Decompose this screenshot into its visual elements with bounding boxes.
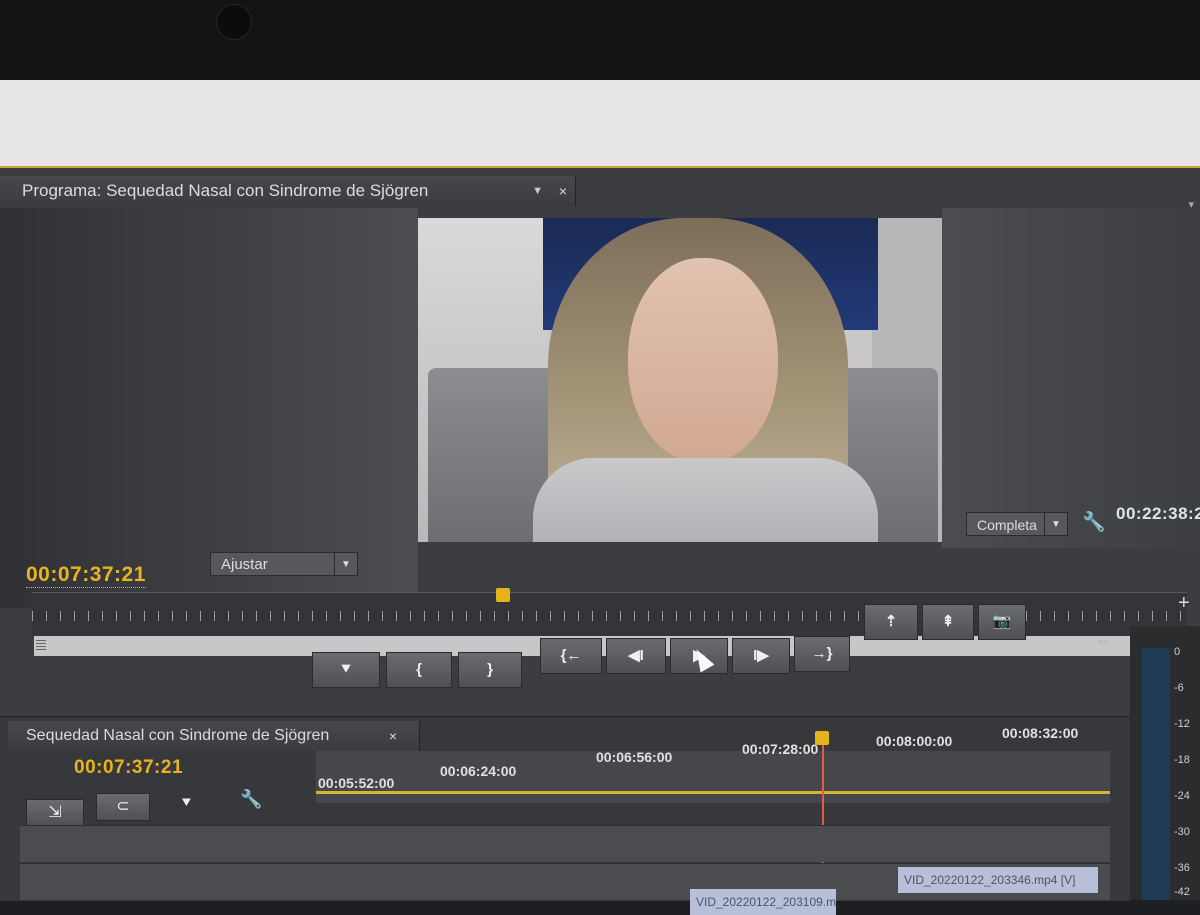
webcam [216, 4, 252, 40]
monitor-background [942, 208, 1200, 548]
window-title-bar [0, 80, 1200, 231]
go-to-out-button[interactable]: →} [794, 636, 850, 672]
ruler-label: 00:07:28:00 [742, 741, 819, 757]
quality-select-value: Completa [977, 517, 1037, 533]
snap-button[interactable]: ⇲ [26, 799, 84, 827]
close-icon[interactable]: × [389, 721, 397, 751]
sequence-timecode[interactable]: 00:07:37:21 [74, 757, 183, 779]
video-track[interactable] [20, 825, 1110, 862]
chevron-down-icon: ▼ [334, 553, 357, 575]
video-person-shirt [533, 458, 878, 542]
scroll-grip[interactable] [36, 640, 46, 652]
playhead-marker[interactable] [815, 731, 829, 745]
timeline-panel: Sequedad Nasal con Sindrome de Sjögren ×… [0, 716, 1130, 915]
playhead-marker[interactable] [496, 588, 510, 602]
magnet-icon[interactable]: ⊂ [96, 793, 150, 821]
meter-label: -18 [1174, 754, 1190, 766]
add-button[interactable]: + [1178, 592, 1190, 615]
playback-quality-select[interactable]: Completa ▼ [966, 512, 1068, 536]
monitor-background [0, 208, 418, 608]
monitor-bezel [0, 0, 1200, 80]
extract-button[interactable]: ⇞ [922, 604, 974, 640]
ruler-label: 00:06:56:00 [596, 749, 673, 765]
video-preview[interactable] [418, 218, 942, 542]
chevron-down-icon: ▼ [1044, 513, 1067, 535]
dropdown-arrow-icon[interactable]: ▼ [532, 176, 543, 206]
wrench-icon[interactable]: 🔧 [1082, 510, 1106, 534]
mark-in-button[interactable]: { [386, 652, 452, 688]
meter-label: -36 [1174, 862, 1190, 874]
meter-label: -24 [1174, 790, 1190, 802]
add-marker-button[interactable]: ⯆ [312, 652, 380, 688]
ruler-label: 00:08:32:00 [1002, 725, 1079, 741]
zoom-select[interactable]: Ajustar ▼ [210, 552, 358, 576]
ruler-label: 00:08:00:00 [876, 733, 953, 749]
marker-icon[interactable]: ⯆ [180, 795, 193, 813]
program-tab-title: Programa: Sequedad Nasal con Sindrome de… [22, 181, 429, 200]
meter-label: -30 [1174, 826, 1190, 838]
ruler-label: 00:05:52:00 [318, 775, 395, 791]
export-frame-button[interactable]: 📷 [978, 604, 1026, 640]
meter-label: -6 [1174, 682, 1184, 694]
work-area-bar[interactable] [316, 791, 1110, 794]
meter-bar [1142, 648, 1170, 900]
duration-timecode: 00:22:38:21 [1116, 504, 1200, 523]
program-monitor-panel: Programa: Sequedad Nasal con Sindrome de… [0, 166, 1200, 718]
lift-button[interactable]: ⇡ [864, 604, 918, 640]
current-timecode[interactable]: 00:07:37:21 [26, 563, 146, 588]
step-forward-button[interactable]: I▶ [732, 638, 790, 674]
mark-out-button[interactable]: } [458, 652, 522, 688]
ruler-label: 00:06:24:00 [440, 763, 517, 779]
tab-program-monitor[interactable]: Programa: Sequedad Nasal con Sindrome de… [0, 176, 576, 206]
audio-meter: 0 -6 -12 -18 -24 -30 -36 -42 [1130, 626, 1200, 900]
wrench-icon[interactable]: 🔧 [240, 789, 262, 810]
panel-menu-icon[interactable]: ▾≡ [1098, 636, 1110, 649]
timeline-clip[interactable]: VID_20220122_203109.mp4 [690, 889, 836, 915]
zoom-select-value: Ajustar [221, 556, 268, 573]
go-to-in-button[interactable]: {← [540, 638, 602, 674]
timeline-ruler[interactable]: 00:05:52:00 00:06:24:00 00:06:56:00 00:0… [316, 725, 1110, 803]
step-back-button[interactable]: ◀I [606, 638, 666, 674]
video-person-face [628, 258, 778, 463]
meter-label: -12 [1174, 718, 1190, 730]
sequence-tab-title: Sequedad Nasal con Sindrome de Sjögren [26, 727, 330, 744]
timeline-clip[interactable]: VID_20220122_203346.mp4 [V] [898, 867, 1098, 893]
close-icon[interactable]: × [559, 176, 567, 206]
tab-sequence[interactable]: Sequedad Nasal con Sindrome de Sjögren × [8, 721, 420, 751]
meter-label: 0 [1174, 646, 1181, 658]
meter-label: -42 [1174, 886, 1190, 898]
